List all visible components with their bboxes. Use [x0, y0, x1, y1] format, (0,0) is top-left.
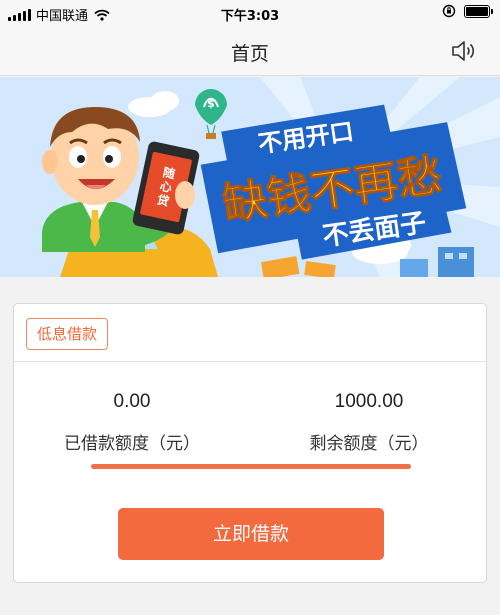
- rotation-lock-icon: [442, 4, 456, 18]
- loan-type-tag: 低息借款: [26, 318, 109, 350]
- battery-icon: [464, 4, 493, 18]
- borrow-now-button[interactable]: 立即借款: [118, 508, 384, 560]
- promo-banner[interactable]: $ 随 心 贷 不用开口 缺钱不再愁 不丢面子: [0, 77, 500, 277]
- credit-progress-bar: [91, 464, 411, 469]
- credit-progress-fill: [91, 464, 411, 469]
- status-time: 下午3:03: [220, 9, 280, 24]
- svg-text:$: $: [207, 97, 215, 110]
- banner-illustration: $ 随 心 贷 不用开口 缺钱不再愁 不丢面子: [0, 77, 500, 277]
- remaining-amount: 1000.00: [334, 391, 404, 412]
- borrowed-amount-label: 已借款额度（元）: [64, 434, 200, 454]
- borrowed-amount: 0.00: [113, 391, 151, 412]
- status-right: [442, 4, 493, 18]
- bottom-strip: [0, 598, 500, 615]
- loan-card: 低息借款 0.00 已借款额度（元） 1000.00 剩余额度（元） 立即借款: [13, 303, 487, 583]
- nav-bar: 首页: [0, 26, 500, 76]
- battery-level: [466, 6, 488, 16]
- page-title: 首页: [230, 43, 269, 65]
- speaker-icon[interactable]: [450, 38, 476, 64]
- remaining-amount-label: 剩余额度（元）: [309, 434, 429, 454]
- card-divider: [14, 361, 486, 362]
- status-bar: 中国联通 下午3:03: [0, 0, 500, 26]
